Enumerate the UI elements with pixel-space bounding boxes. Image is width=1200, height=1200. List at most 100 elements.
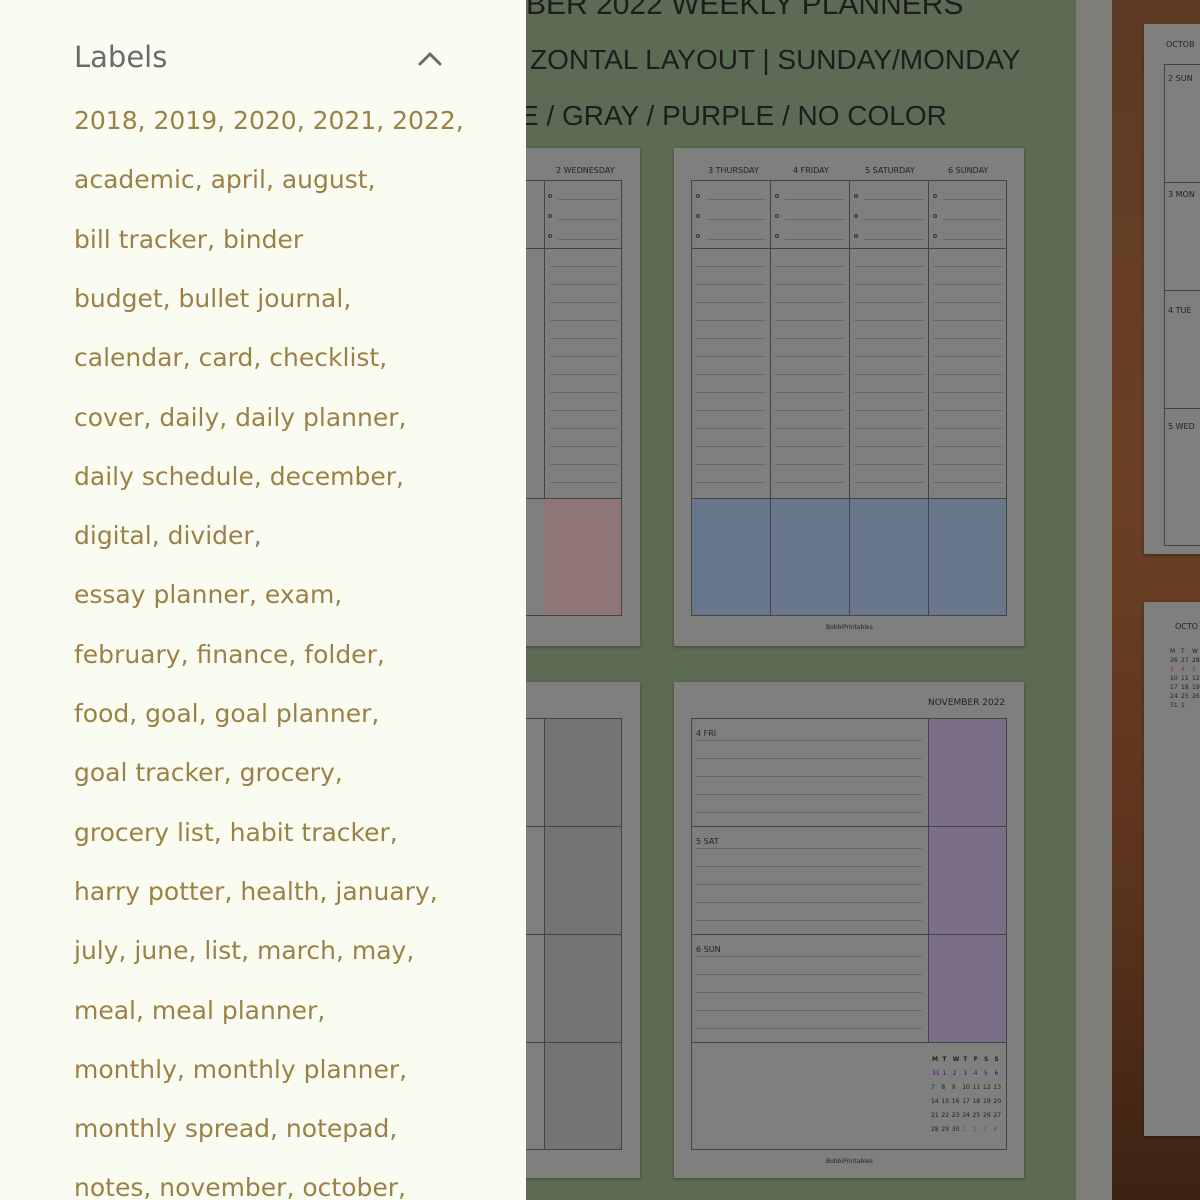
label-link[interactable]: january (327, 877, 429, 906)
label-link[interactable]: monthly (74, 1055, 177, 1084)
calendar-day: 3 (1170, 666, 1174, 673)
label-link[interactable]: checklist (261, 343, 379, 372)
calendar-day: 23 (951, 1112, 960, 1119)
calendar-day: 22 (941, 1112, 950, 1119)
label-link[interactable]: monthly spread (74, 1114, 270, 1143)
day-label: 4 FRIDAY (793, 166, 829, 175)
label-link[interactable]: food (74, 699, 129, 728)
calendar-day: 11 (972, 1084, 981, 1091)
calendar-day: 27 (993, 1112, 1002, 1119)
label-link[interactable]: daily (151, 403, 219, 432)
label-link[interactable]: grocery list (74, 818, 214, 847)
calendar-day: 4 (1181, 666, 1185, 673)
label-row: bill tracker, binder (74, 224, 304, 254)
day-label: 4 TUE (1168, 306, 1192, 315)
label-link[interactable]: notepad (278, 1114, 389, 1143)
label-link[interactable]: november (151, 1173, 286, 1200)
day-label: 2 SUN (1168, 74, 1193, 83)
calendar-day: 1 (941, 1070, 948, 1077)
calendar-day: 24 (1170, 693, 1178, 700)
calendar-header: W (1192, 648, 1198, 655)
label-link[interactable]: august (274, 165, 368, 194)
label-link[interactable]: 2019 (146, 106, 218, 135)
label-link[interactable]: bill tracker (74, 225, 207, 254)
label-link[interactable]: daily planner (227, 403, 398, 432)
label-link[interactable]: 2020 (225, 106, 297, 135)
label-link[interactable]: july (74, 936, 119, 965)
label-link[interactable]: binder (215, 225, 303, 254)
calendar-day: 28 (931, 1126, 939, 1133)
label-link[interactable]: folder (296, 640, 377, 669)
label-link[interactable]: calendar (74, 343, 183, 372)
label-link[interactable]: october (294, 1173, 398, 1200)
label-link[interactable]: academic (74, 165, 195, 194)
label-link[interactable]: exam (257, 580, 334, 609)
calendar-day: 16 (951, 1098, 960, 1105)
label-link[interactable]: monthly planner (185, 1055, 399, 1084)
footer-brand: BobbiPrintables (826, 624, 873, 631)
chevron-up-icon (418, 52, 442, 66)
day-label: 5 SAT (696, 837, 719, 846)
label-link[interactable]: grocery (232, 758, 335, 787)
day-label: 2 WEDNESDAY (556, 166, 615, 175)
label-link[interactable]: meal (74, 996, 136, 1025)
planner-sheet-bottom-right: NOVEMBER 2022 4 FRI 5 SAT 6 SUN BobbiPri… (674, 682, 1024, 1178)
calendar-day: 8 (941, 1084, 946, 1091)
label-link[interactable]: divider (160, 521, 254, 550)
calendar-day: 12 (1192, 675, 1200, 682)
calendar-day: 26 (1192, 693, 1200, 700)
label-row: monthly spread, notepad, (74, 1114, 398, 1144)
labels-drawer: Labels 2018, 2019, 2020, 2021, 2022, acad… (0, 0, 526, 1200)
calendar-day: 6 (993, 1070, 1000, 1077)
calendar-day: 26 (1170, 657, 1178, 664)
planner-sheet-far-right: OCTOB 2 SUN 3 MON 4 TUE 5 WED (1144, 24, 1200, 554)
label-link[interactable]: health (232, 877, 319, 906)
label-link[interactable]: list (196, 936, 241, 965)
label-link[interactable]: march (249, 936, 336, 965)
label-link[interactable]: habit tracker (222, 818, 390, 847)
label-link[interactable]: harry potter (74, 877, 224, 906)
label-link[interactable]: may (344, 936, 406, 965)
label-link[interactable]: goal planner (207, 699, 372, 728)
label-link[interactable]: june (126, 936, 188, 965)
label-link[interactable]: 2021 (305, 106, 377, 135)
collapse-button[interactable] (412, 44, 448, 74)
label-link[interactable]: daily schedule (74, 462, 254, 491)
month-title: OCTO (1175, 622, 1199, 631)
label-link[interactable]: cover (74, 403, 144, 432)
mini-calendar: M T W T F S S 31 1 2 3 4 5 6 7 8 9 10 11 12 13 14 15 16 17 18 19 20… (930, 1056, 1004, 1140)
label-link[interactable]: february (74, 640, 181, 669)
calendar-day: 17 (1170, 684, 1178, 691)
day-label: 3 THURSDAY (708, 166, 759, 175)
label-link[interactable]: card (191, 343, 254, 372)
label-link[interactable]: 2018 (74, 106, 138, 135)
label-link[interactable]: meal planner (144, 996, 317, 1025)
label-row: essay planner, exam, (74, 580, 343, 610)
calendar-day: 28 (1192, 657, 1200, 664)
label-link[interactable]: digital (74, 521, 152, 550)
label-link[interactable]: december (262, 462, 396, 491)
calendar-header: W (952, 1056, 960, 1063)
label-link[interactable]: essay planner (74, 580, 249, 609)
calendar-day: 24 (962, 1112, 970, 1119)
label-link[interactable]: april (203, 165, 266, 194)
calendar-day: 21 (931, 1112, 939, 1119)
calendar-header: F (973, 1056, 978, 1063)
calendar-day: 25 (972, 1112, 981, 1119)
label-link[interactable]: bullet journal (171, 284, 344, 313)
label-link[interactable]: goal (137, 699, 198, 728)
label-link[interactable]: notes (74, 1173, 143, 1200)
calendar-header: T (1181, 648, 1185, 655)
calendar-day: 30 (951, 1126, 960, 1133)
day-label: 4 FRI (696, 729, 717, 738)
label-row: monthly, monthly planner, (74, 1054, 408, 1084)
label-link[interactable]: budget (74, 284, 163, 313)
label-row: notes, november, october, (74, 1173, 406, 1200)
label-link[interactable]: finance (189, 640, 288, 669)
label-row: budget, bullet journal, (74, 283, 352, 313)
planner-sheet-top-right: 3 THURSDAY 4 FRIDAY 5 SATURDAY 6 SUNDAY … (674, 148, 1024, 646)
calendar-day: 4 (993, 1126, 998, 1133)
label-link[interactable]: goal tracker (74, 758, 224, 787)
label-link[interactable]: 2022 (384, 106, 456, 135)
calendar-header: T (963, 1056, 968, 1063)
